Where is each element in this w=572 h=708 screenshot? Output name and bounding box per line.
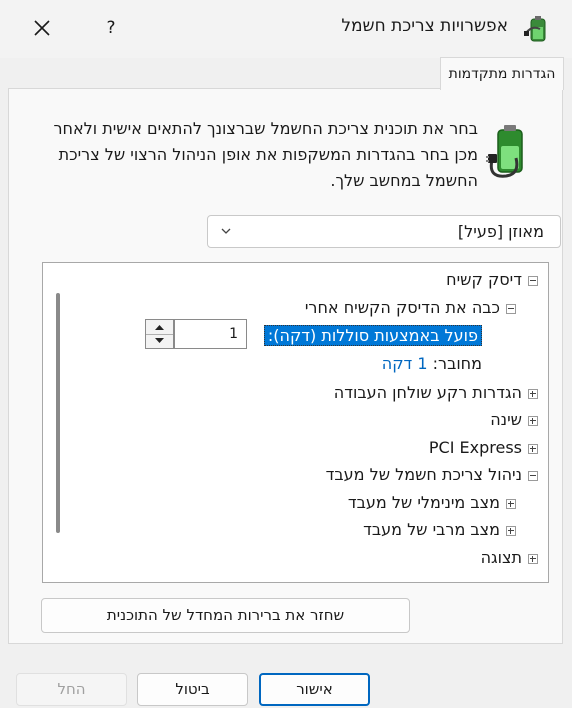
tab-label: הגדרות מתקדמות [448,66,556,82]
on-battery-minutes-input[interactable]: 1 [174,319,247,349]
description-text: בחר את תוכנית צריכת החשמל שברצונך להתאים… [53,119,478,190]
battery-plug-icon [486,120,538,182]
spin-down-button[interactable] [146,334,173,348]
expand-icon[interactable] [528,554,538,564]
collapse-icon[interactable] [528,471,538,481]
apply-button[interactable]: החל [16,673,127,706]
expand-icon[interactable] [528,416,538,426]
tree-item-pci-express[interactable]: PCI Express [429,436,522,460]
collapse-icon[interactable] [506,304,516,314]
tree-scrollbar[interactable] [56,293,60,533]
tree-item-hard-disk[interactable]: דיסק קשיח [446,268,522,292]
power-plan-dropdown[interactable]: מאוזן [פעיל] [207,215,561,248]
cancel-button[interactable]: ביטול [137,673,248,706]
chevron-down-icon [218,223,234,239]
tree-item-desktop-background[interactable]: הגדרות רקע שולחן העבודה [334,381,522,405]
restore-defaults-button[interactable]: שחזר את ברירות המחדל של התוכנית [41,598,410,633]
close-icon [34,20,50,36]
window-title: אפשרויות צריכת חשמל [341,16,508,36]
spin-up-button[interactable] [146,320,173,335]
on-battery-label: פועל באמצעות סוללות (דקה): [263,325,482,346]
tree-item-max-processor[interactable]: מצב מרבי של מעבד [363,518,500,542]
power-plan-selected: מאוזן [פעיל] [457,222,544,241]
tab-advanced-settings[interactable]: הגדרות מתקדמות [440,57,564,90]
tree-item-processor-power[interactable]: ניהול צריכת חשמל של מעבד [326,463,522,487]
tree-item-on-battery[interactable]: פועל באמצעות סוללות (דקה): [263,323,482,349]
power-options-app-icon [522,13,554,45]
minutes-spinner[interactable] [145,319,174,349]
close-button[interactable] [26,12,58,44]
ok-button[interactable]: אישור [259,673,370,706]
tree-item-display[interactable]: תצוגה [481,546,522,570]
plugged-in-label: מחובר: [432,354,482,373]
help-button[interactable]: ? [96,12,126,44]
tree-item-turn-off-disk[interactable]: כבה את הדיסק הקשיח אחרי [305,296,500,320]
collapse-icon[interactable] [528,276,538,286]
expand-icon[interactable] [506,526,516,536]
tree-item-sleep[interactable]: שינה [490,408,522,432]
arrow-up-icon [155,325,164,330]
expand-icon[interactable] [528,389,538,399]
settings-tree[interactable]: דיסק קשיח כבה את הדיסק הקשיח אחרי פועל ב… [42,262,549,583]
tree-item-min-processor[interactable]: מצב מינימלי של מעבד [348,491,500,515]
plugged-in-value-link[interactable]: 1 דקה [382,354,428,373]
expand-icon[interactable] [506,499,516,509]
arrow-down-icon [155,338,164,343]
expand-icon[interactable] [528,444,538,454]
tree-item-plugged-in[interactable]: מחובר: 1 דקה [382,352,482,376]
